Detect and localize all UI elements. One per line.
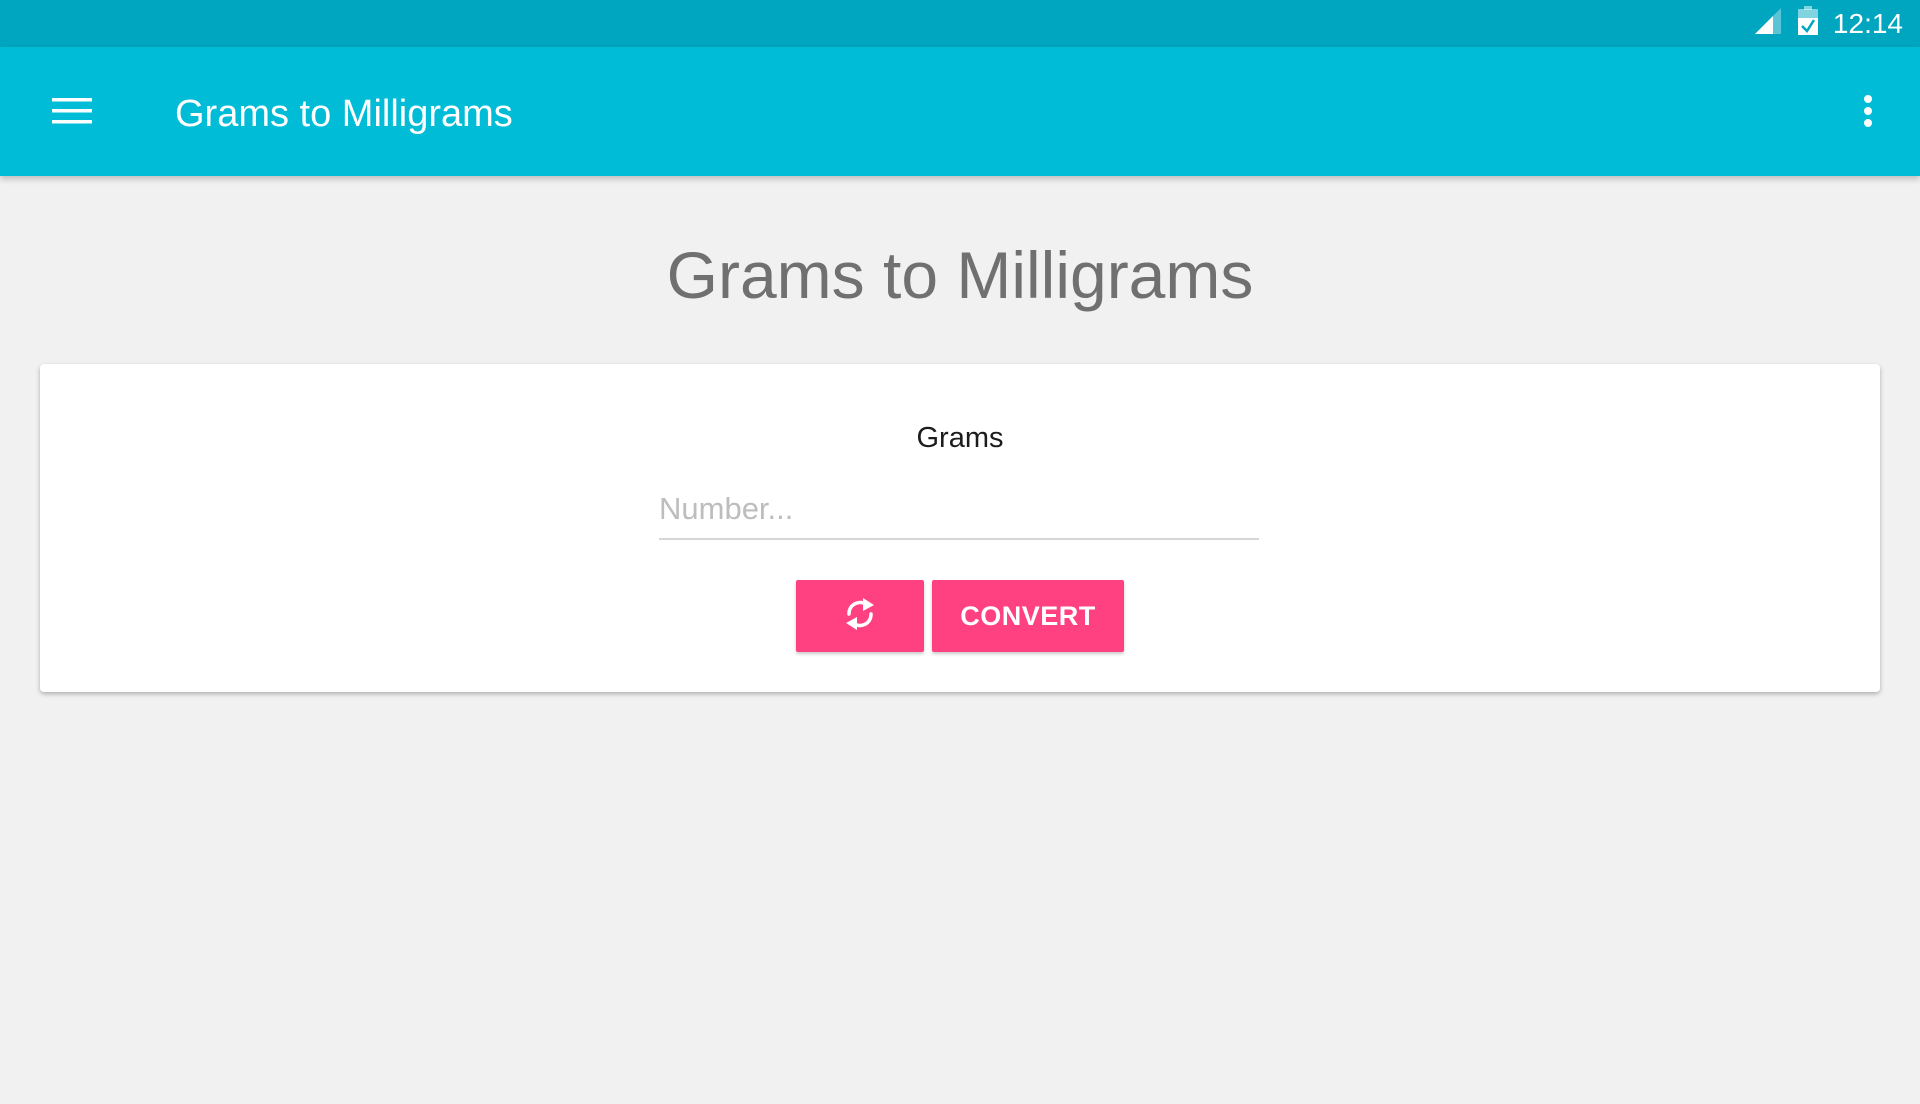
page-heading: Grams to Milligrams bbox=[666, 238, 1254, 312]
app-bar: Grams to Milligrams bbox=[0, 47, 1920, 176]
grams-input[interactable] bbox=[659, 480, 1259, 540]
more-vert-icon bbox=[1863, 94, 1873, 133]
refresh-icon bbox=[841, 593, 879, 640]
overflow-menu-button[interactable] bbox=[1838, 73, 1898, 153]
grams-label: Grams bbox=[916, 422, 1004, 454]
menu-button[interactable] bbox=[32, 73, 112, 153]
menu-icon bbox=[52, 96, 92, 131]
convert-button[interactable]: CONVERT bbox=[932, 580, 1124, 652]
battery-charging-icon bbox=[1797, 6, 1819, 41]
status-bar: 12:14 bbox=[0, 0, 1920, 47]
status-time: 12:14 bbox=[1832, 8, 1903, 39]
cell-signal-icon bbox=[1753, 6, 1783, 41]
app-bar-title: Grams to Milligrams bbox=[175, 93, 513, 135]
refresh-button[interactable] bbox=[796, 580, 924, 652]
converter-card: Grams CONVERT bbox=[40, 364, 1880, 692]
status-icons: 12:14 bbox=[1753, 0, 1903, 47]
